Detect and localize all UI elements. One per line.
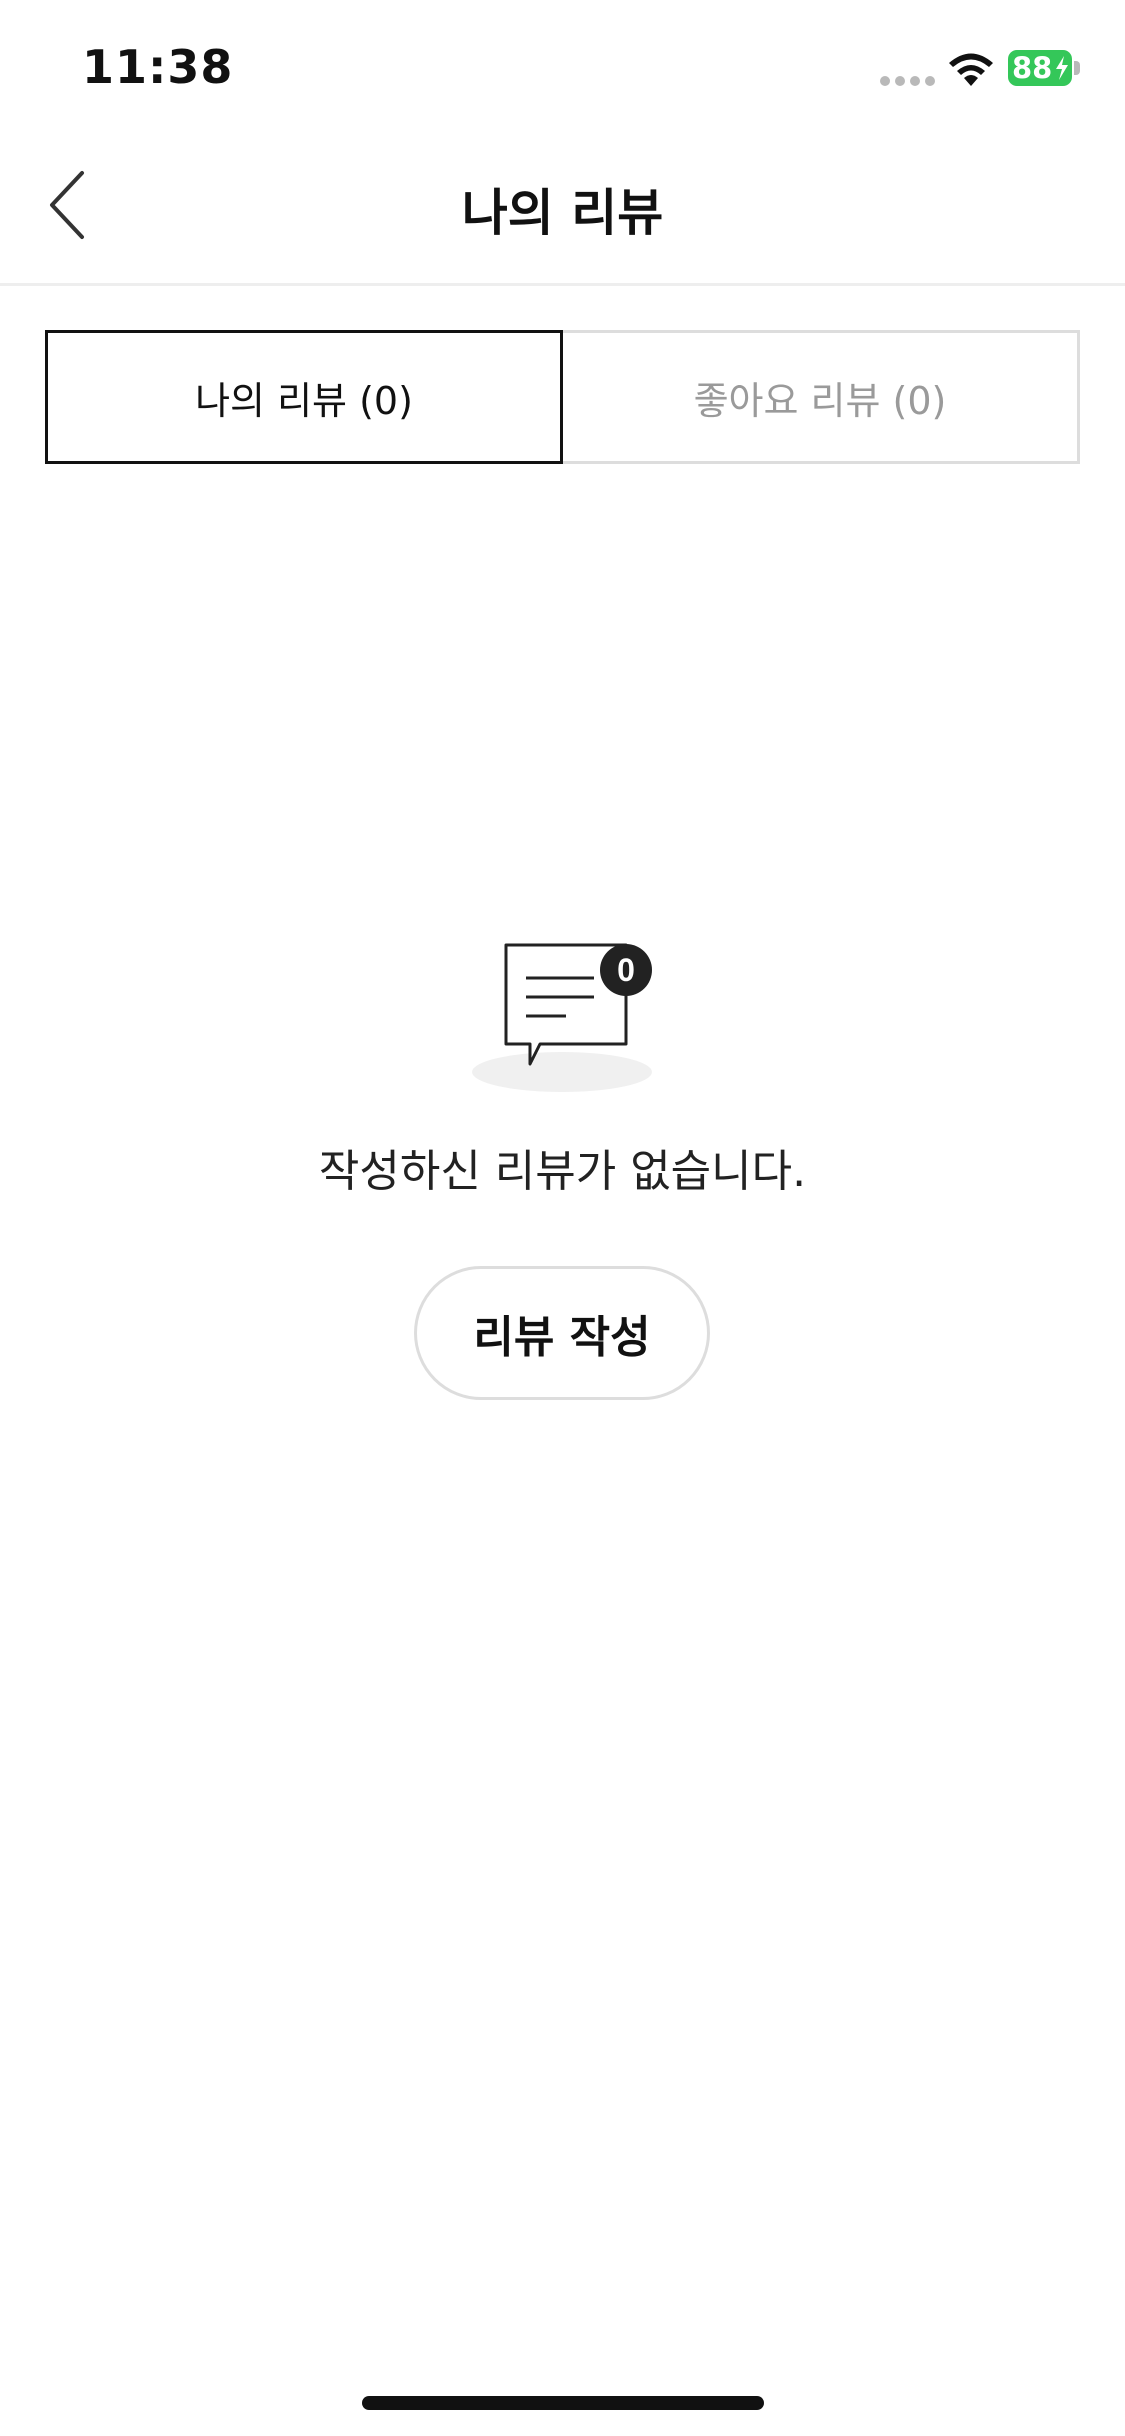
wifi-icon (949, 53, 993, 86)
count-badge-text: 0 (617, 952, 635, 988)
signal-dots-icon (880, 76, 936, 86)
battery-icon: 88 (1008, 50, 1072, 86)
charging-bolt-icon (1056, 56, 1068, 80)
empty-message: 작성하신 리뷰가 없습니다. (318, 1146, 807, 1197)
status-bar: 11:38 88 (0, 0, 1125, 135)
illustration-shadow (472, 1052, 652, 1092)
tab-my-reviews[interactable]: 나의 리뷰 (0) (45, 330, 563, 464)
status-time: 11:38 (82, 40, 234, 94)
page-title: 나의 리뷰 (461, 184, 664, 242)
review-tabs: 나의 리뷰 (0) 좋아요 리뷰 (0) (45, 330, 1080, 464)
battery-cap (1074, 61, 1080, 75)
nav-header: 나의 리뷰 (0, 135, 1125, 286)
write-review-button[interactable]: 리뷰 작성 (414, 1266, 710, 1400)
speech-bubble-lines-icon: 0 (472, 943, 652, 1092)
home-indicator (362, 2396, 764, 2410)
tab-liked-reviews[interactable]: 좋아요 리뷰 (0) (560, 330, 1080, 464)
